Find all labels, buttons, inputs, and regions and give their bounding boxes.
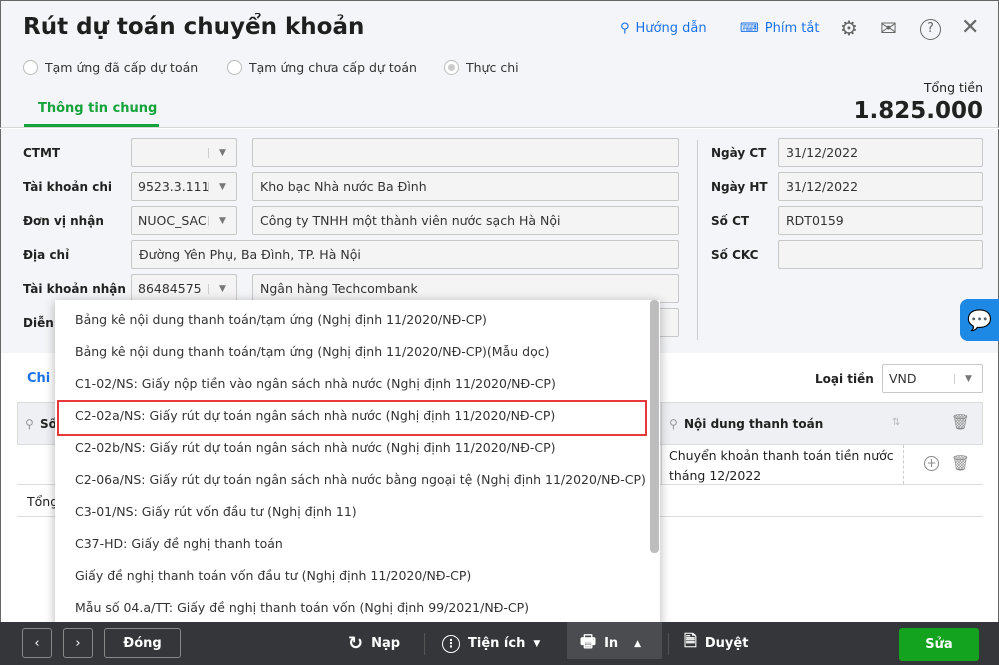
total-row-label: Tổng	[27, 494, 59, 509]
help-icon[interactable]: ?	[920, 19, 941, 40]
tk-chi-select[interactable]: 9523.3.111 ▼	[131, 172, 237, 201]
ctmt-label: CTMT	[23, 146, 61, 160]
chat-icon[interactable]: 💬	[960, 299, 999, 341]
dropdown-item[interactable]: C2-06a/NS: Giấy rút dự toán ngân sách nh…	[75, 472, 646, 487]
mail-forward-icon[interactable]: ✉	[880, 16, 897, 40]
currency-label: Loại tiền	[815, 372, 874, 386]
guide-icon: ⚲	[620, 21, 630, 36]
delete-row-icon[interactable]: 🗑	[951, 454, 970, 472]
dropdown-item[interactable]: C2-02b/NS: Giấy rút dự toán ngân sách nh…	[75, 440, 556, 455]
pin-icon: ⚲	[25, 417, 34, 431]
chevron-down-icon: ▼	[208, 181, 236, 192]
dropdown-item[interactable]: Bảng kê nội dung thanh toán/tạm ứng (Ngh…	[75, 312, 487, 327]
so-ckc-field[interactable]	[778, 240, 983, 269]
so-ct-label: Số CT	[711, 214, 750, 228]
divider	[668, 633, 669, 655]
close-button[interactable]: Đóng	[104, 628, 181, 658]
chevron-down-icon: ▼	[208, 147, 236, 158]
total-label: Tổng tiền	[923, 80, 983, 95]
dropdown-item[interactable]: Bảng kê nội dung thanh toán/tạm ứng (Ngh…	[75, 344, 549, 359]
tab-underline	[24, 124, 159, 127]
ngay-ht-field[interactable]: 31/12/2022	[778, 172, 983, 201]
currency-select[interactable]: VND ▼	[882, 364, 983, 393]
don-vi-name-field[interactable]: Công ty TNHH một thành viên nước sạch Hà…	[252, 206, 679, 235]
pin-icon: ⚲	[669, 417, 678, 431]
so-ckc-label: Số CKC	[711, 248, 759, 262]
dropdown-item[interactable]: C3-01/NS: Giấy rút vốn đầu tư (Nghị định…	[75, 504, 357, 519]
print-button[interactable]: 🖶 In ▲	[580, 630, 641, 657]
tk-nhan-name-field[interactable]: Ngân hàng Techcombank	[252, 274, 679, 303]
print-template-dropdown: Bảng kê nội dung thanh toán/tạm ứng (Ngh…	[55, 300, 660, 627]
divider	[424, 633, 425, 655]
chevron-down-icon: ▼	[208, 283, 236, 294]
next-button[interactable]: ›	[63, 628, 93, 658]
tab-general-info[interactable]: Thông tin chung	[38, 101, 157, 116]
tk-chi-label: Tài khoản chi	[23, 180, 112, 194]
radio-thuc-chi[interactable]: Thực chi	[444, 60, 519, 75]
radio-tam-ung-chua-cap[interactable]: Tạm ứng chưa cấp dự toán	[227, 60, 417, 75]
reload-button[interactable]: ↻ Nạp	[348, 630, 400, 657]
utilities-button[interactable]: ⋮ Tiện ích ▼	[442, 630, 540, 657]
prev-button[interactable]: ‹	[22, 628, 52, 658]
col-divider	[903, 445, 904, 484]
keyboard-icon: ⌨	[740, 21, 759, 36]
ngay-ct-field[interactable]: 31/12/2022	[778, 138, 983, 167]
ctmt-name-field[interactable]	[252, 138, 679, 167]
divider	[697, 140, 698, 340]
ngay-ht-label: Ngày HT	[711, 180, 768, 194]
ctmt-select[interactable]: ▼	[131, 138, 237, 167]
dropdown-scrollbar[interactable]	[650, 300, 659, 553]
delete-all-icon[interactable]: 🗑	[951, 413, 970, 431]
chevron-down-icon: ▼	[208, 215, 236, 226]
don-vi-label: Đơn vị nhận	[23, 214, 104, 228]
dropdown-item[interactable]: Giấy đề nghị thanh toán vốn đầu tư (Nghị…	[75, 568, 471, 583]
add-row-icon[interactable]: +	[924, 456, 939, 471]
row-content[interactable]: Chuyển khoản thanh toán tiền nước tháng …	[669, 446, 899, 486]
radio-tam-ung-da-cap[interactable]: Tạm ứng đã cấp dự toán	[23, 60, 198, 75]
caret-down-icon: ▼	[533, 638, 541, 649]
don-vi-select[interactable]: NUOC_SAC ▼	[131, 206, 237, 235]
gear-icon[interactable]: ⚙	[840, 16, 858, 40]
ngay-ct-label: Ngày CT	[711, 146, 767, 160]
caret-up-icon: ▲	[634, 638, 642, 649]
page-title: Rút dự toán chuyển khoản	[23, 14, 365, 40]
dropdown-item[interactable]: C37-HD: Giấy đề nghị thanh toán	[75, 536, 283, 551]
dropdown-item[interactable]: C1-02/NS: Giấy nộp tiền vào ngân sách nh…	[75, 376, 556, 391]
shortcuts-link[interactable]: ⌨ Phím tắt	[740, 21, 819, 36]
tk-nhan-select[interactable]: 86484575 ▼	[131, 274, 237, 303]
chevron-down-icon: ▼	[954, 373, 982, 384]
close-icon[interactable]: ✕	[961, 15, 979, 40]
edit-button[interactable]: Sửa	[899, 628, 979, 661]
approve-button[interactable]: 🗎 Duyệt	[684, 630, 748, 657]
col-divider	[661, 402, 662, 484]
dia-chi-field[interactable]: Đường Yên Phụ, Ba Đình, TP. Hà Nội	[131, 240, 679, 269]
tk-nhan-label: Tài khoản nhận	[23, 282, 126, 296]
guide-link[interactable]: ⚲ Hướng dẫn	[620, 21, 707, 36]
dia-chi-label: Địa chỉ	[23, 248, 70, 262]
col-content[interactable]: Nội dung thanh toán	[684, 417, 823, 431]
document-icon: 🗎	[684, 631, 697, 650]
more-icon: ⋮	[442, 634, 460, 653]
refresh-icon: ↻	[348, 633, 364, 654]
highlight-box	[57, 400, 647, 436]
dropdown-item[interactable]: Mẫu số 04.a/TT: Giấy đề nghị thanh toán …	[75, 600, 529, 615]
so-ct-field[interactable]: RDT0159	[778, 206, 983, 235]
total-value: 1.825.000	[853, 98, 984, 124]
tk-chi-name-field[interactable]: Kho bạc Nhà nước Ba Đình	[252, 172, 679, 201]
sort-icon[interactable]: ⇅	[892, 417, 900, 428]
printer-icon: 🖶	[580, 632, 597, 652]
